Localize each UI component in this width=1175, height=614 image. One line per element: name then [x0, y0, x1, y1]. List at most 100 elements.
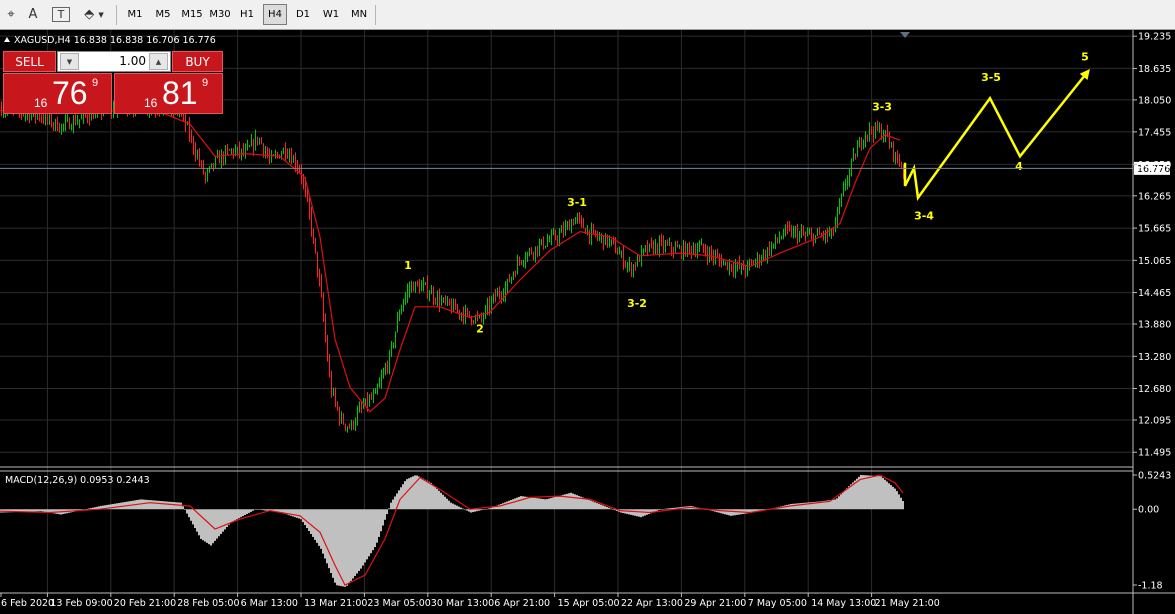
macd-bar — [428, 481, 430, 510]
wave-label: 3-4 — [914, 210, 934, 223]
macd-bar — [308, 509, 310, 532]
macd-bar — [556, 496, 558, 510]
macd-bar — [230, 509, 232, 523]
macd-bar — [332, 509, 334, 578]
timeframe-h1[interactable]: H1 — [235, 4, 259, 25]
macd-bar — [116, 503, 118, 510]
macd-bar — [884, 479, 886, 510]
macd-bar — [492, 507, 494, 510]
macd-bar — [666, 508, 668, 510]
x-tick-label: 30 Mar 13:00 — [431, 598, 494, 609]
macd-bar — [790, 503, 792, 510]
macd-bar — [168, 501, 170, 510]
price-chart[interactable]: 123-13-23-33-43-545 16.776 19.23518.6351… — [0, 30, 1175, 614]
macd-axis: 0.5243 0.00 -1.18 — [1133, 471, 1171, 592]
macd-bar — [318, 509, 320, 546]
buy-price-box[interactable]: 16 81 9 — [114, 73, 223, 114]
macd-bar — [394, 496, 396, 510]
macd-bar — [364, 509, 366, 563]
timeframe-m30[interactable]: M30 — [207, 4, 233, 25]
crosshair-icon[interactable]: ⌖ — [4, 4, 18, 25]
timeframe-w1[interactable]: W1 — [319, 4, 343, 25]
y-tick-label: 17.455 — [1138, 127, 1171, 138]
sell-button[interactable]: SELL — [3, 51, 56, 72]
macd-bar — [528, 497, 530, 510]
macd-bar — [800, 503, 802, 510]
macd-bar — [310, 509, 312, 534]
y-tick-label: 15.665 — [1138, 224, 1171, 235]
macd-bar — [208, 509, 210, 545]
macd-bar — [878, 476, 880, 510]
macd-bar — [518, 496, 520, 510]
macd-bar — [560, 495, 562, 510]
macd-bar — [34, 509, 36, 512]
macd-bar — [724, 509, 726, 515]
lot-decrease-button[interactable]: ▼ — [60, 53, 79, 70]
timeframe-m1[interactable]: M1 — [123, 4, 147, 25]
wave-label: 3-5 — [981, 71, 1001, 84]
wave-label: 2 — [476, 323, 484, 336]
macd-bar — [866, 475, 868, 510]
macd-bar — [162, 501, 164, 510]
macd-bar — [292, 509, 294, 517]
macd-bar — [200, 509, 202, 539]
macd-bar — [862, 475, 864, 510]
macd-bar — [92, 507, 94, 510]
sell-price-box[interactable]: 16 76 9 — [3, 73, 112, 114]
macd-bar — [462, 508, 464, 510]
macd-bar — [634, 509, 636, 516]
macd-bar — [302, 509, 304, 523]
macd-bar — [358, 509, 360, 572]
macd-bar — [410, 477, 412, 510]
timeframe-mn[interactable]: MN — [347, 4, 371, 25]
buy-button[interactable]: BUY — [172, 51, 223, 72]
macd-bar — [154, 500, 156, 510]
macd-bar — [90, 508, 92, 510]
macd-bar — [254, 509, 256, 510]
timeframe-d1[interactable]: D1 — [291, 4, 315, 25]
macd-bar — [530, 497, 532, 510]
macd-bar — [540, 498, 542, 510]
text-label-icon[interactable]: T — [52, 7, 70, 22]
macd-bar — [448, 500, 450, 510]
macd-bar — [598, 503, 600, 510]
macd-bar — [856, 478, 858, 510]
macd-bar — [152, 500, 154, 510]
macd-bar — [206, 509, 208, 543]
macd-bar — [872, 475, 874, 510]
macd-bar — [536, 498, 538, 510]
macd-bar — [636, 509, 638, 517]
macd-bar — [304, 509, 306, 526]
macd-bar — [250, 509, 252, 512]
sell-price-prefix: 16 — [34, 96, 48, 110]
lot-size-value: 1.00 — [119, 54, 146, 68]
macd-bar — [832, 499, 834, 510]
x-tick-label: 13 Feb 09:00 — [50, 598, 112, 609]
macd-bar — [450, 502, 452, 510]
macd-bar — [160, 501, 162, 510]
macd-bar — [336, 509, 338, 586]
macd-bar — [844, 490, 846, 510]
macd-bar — [182, 506, 184, 510]
macd-bar — [46, 509, 48, 513]
macd-bar — [408, 478, 410, 510]
macd-bar — [352, 509, 354, 579]
shapes-icon[interactable]: ⬘ ▼ — [80, 4, 108, 25]
price-axis: 19.235 18.635 18.050 17.455 16.850 16.265 15.6… — [1133, 32, 1171, 459]
timeframe-m15[interactable]: M15 — [179, 4, 205, 25]
macd-bar — [114, 503, 116, 510]
text-icon[interactable]: A — [24, 4, 42, 25]
lot-size-input[interactable]: ▼ 1.00 ▲ — [57, 51, 171, 72]
timeframe-h4[interactable]: H4 — [263, 4, 287, 25]
macd-bar — [346, 509, 348, 586]
toolbar-separator — [375, 5, 376, 25]
chart-shift-marker-icon[interactable] — [900, 32, 910, 38]
timeframe-m5[interactable]: M5 — [151, 4, 175, 25]
macd-bar — [30, 509, 32, 512]
macd-bar — [890, 485, 892, 510]
macd-bar — [248, 509, 250, 513]
one-click-trading-panel: SELL ▼ 1.00 ▲ BUY 16 76 9 16 81 9 — [3, 51, 223, 114]
macd-bar — [484, 509, 486, 510]
macd-bar — [488, 508, 490, 510]
lot-increase-button[interactable]: ▲ — [149, 53, 168, 70]
